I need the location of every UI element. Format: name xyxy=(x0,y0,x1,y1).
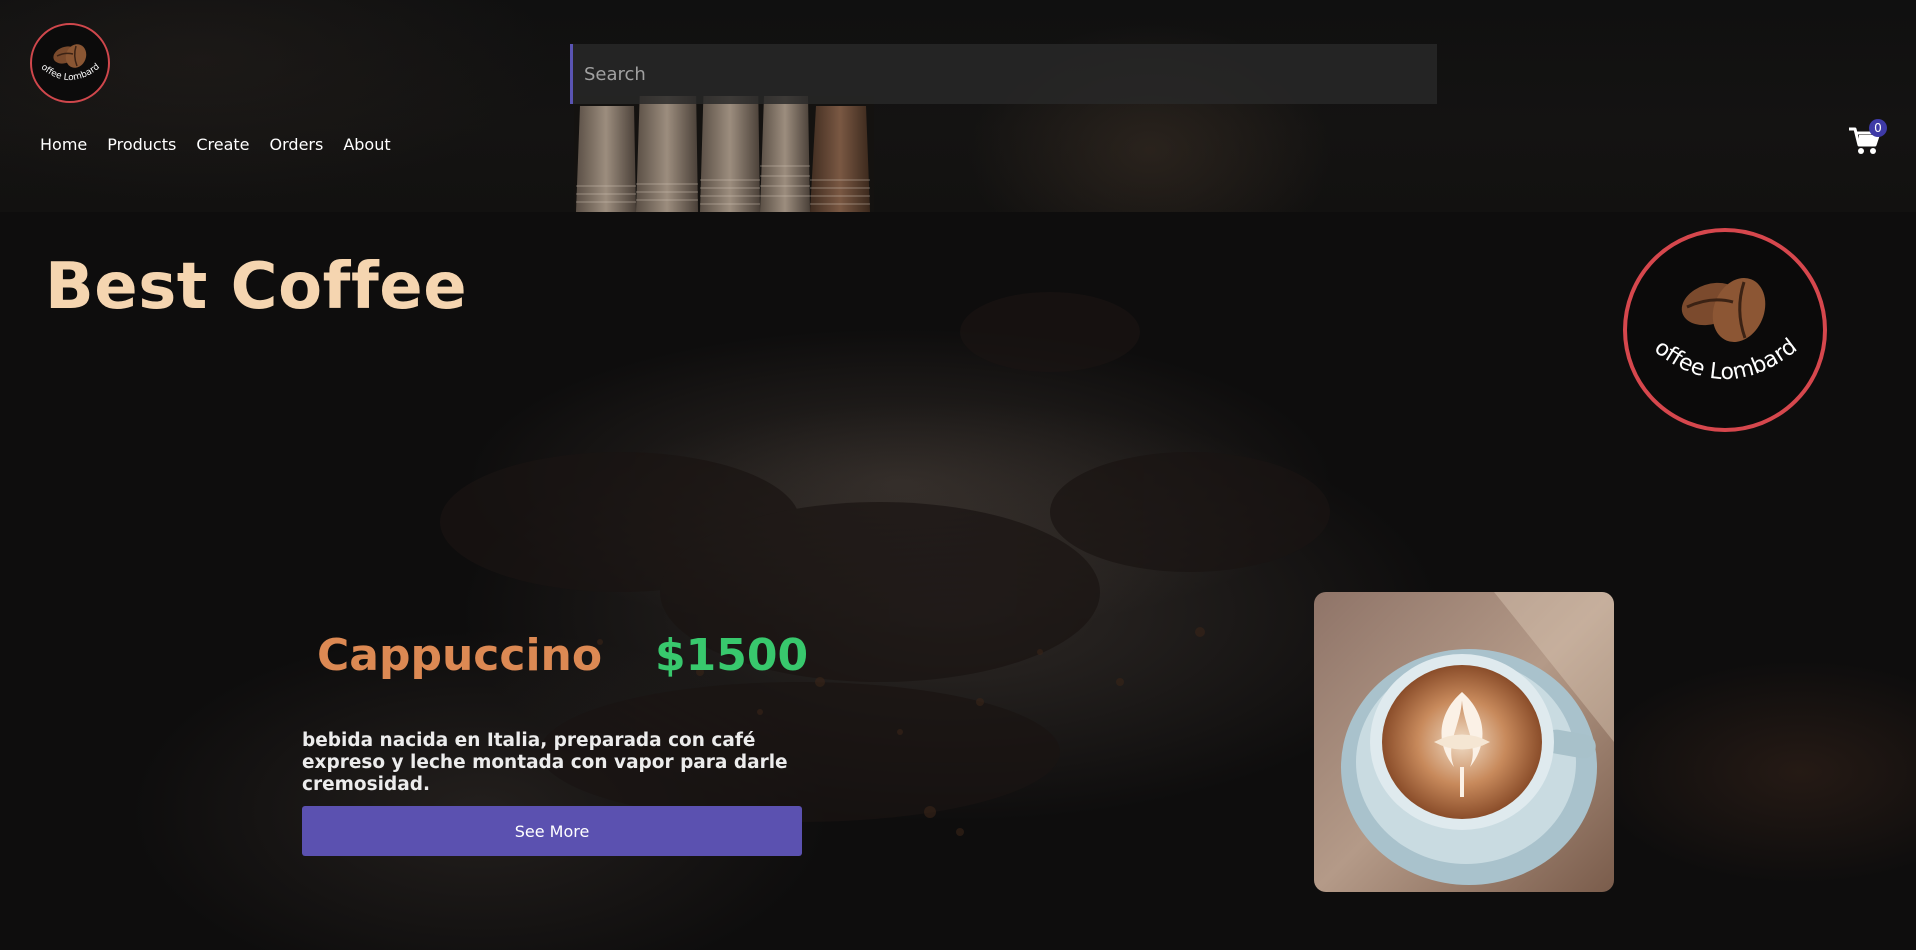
cart-count-badge: 0 xyxy=(1869,119,1887,137)
coffee-bean-icon: Coffee Lombardo xyxy=(1619,213,1802,385)
product-image xyxy=(1314,592,1614,892)
coffee-bean-icon: Coffee Lombardo xyxy=(29,18,102,83)
hero-section: Best Coffee Coffee Lombardo Cappuccino $… xyxy=(0,212,1916,950)
nav-home[interactable]: Home xyxy=(40,135,87,154)
nav-about[interactable]: About xyxy=(343,135,390,154)
logo-small[interactable]: Coffee Lombardo xyxy=(29,18,110,103)
search-input[interactable] xyxy=(573,44,1437,104)
product-description: bebida nacida en Italia, preparada con c… xyxy=(302,730,788,795)
product-price: $1500 xyxy=(655,630,809,681)
logo-large: Coffee Lombardo xyxy=(1619,213,1827,432)
product-name: Cappuccino xyxy=(317,630,603,681)
coffee-cups-background xyxy=(574,96,874,212)
nav-create[interactable]: Create xyxy=(196,135,249,154)
nav-orders[interactable]: Orders xyxy=(270,135,324,154)
search-bar[interactable] xyxy=(570,44,1437,104)
page-title: Best Coffee xyxy=(45,250,468,324)
main-nav: Home Products Create Orders About xyxy=(40,135,411,154)
see-more-button[interactable]: See More xyxy=(302,806,802,856)
site-header: Coffee Lombardo Home Products Create Ord… xyxy=(0,0,1916,212)
nav-products[interactable]: Products xyxy=(107,135,176,154)
